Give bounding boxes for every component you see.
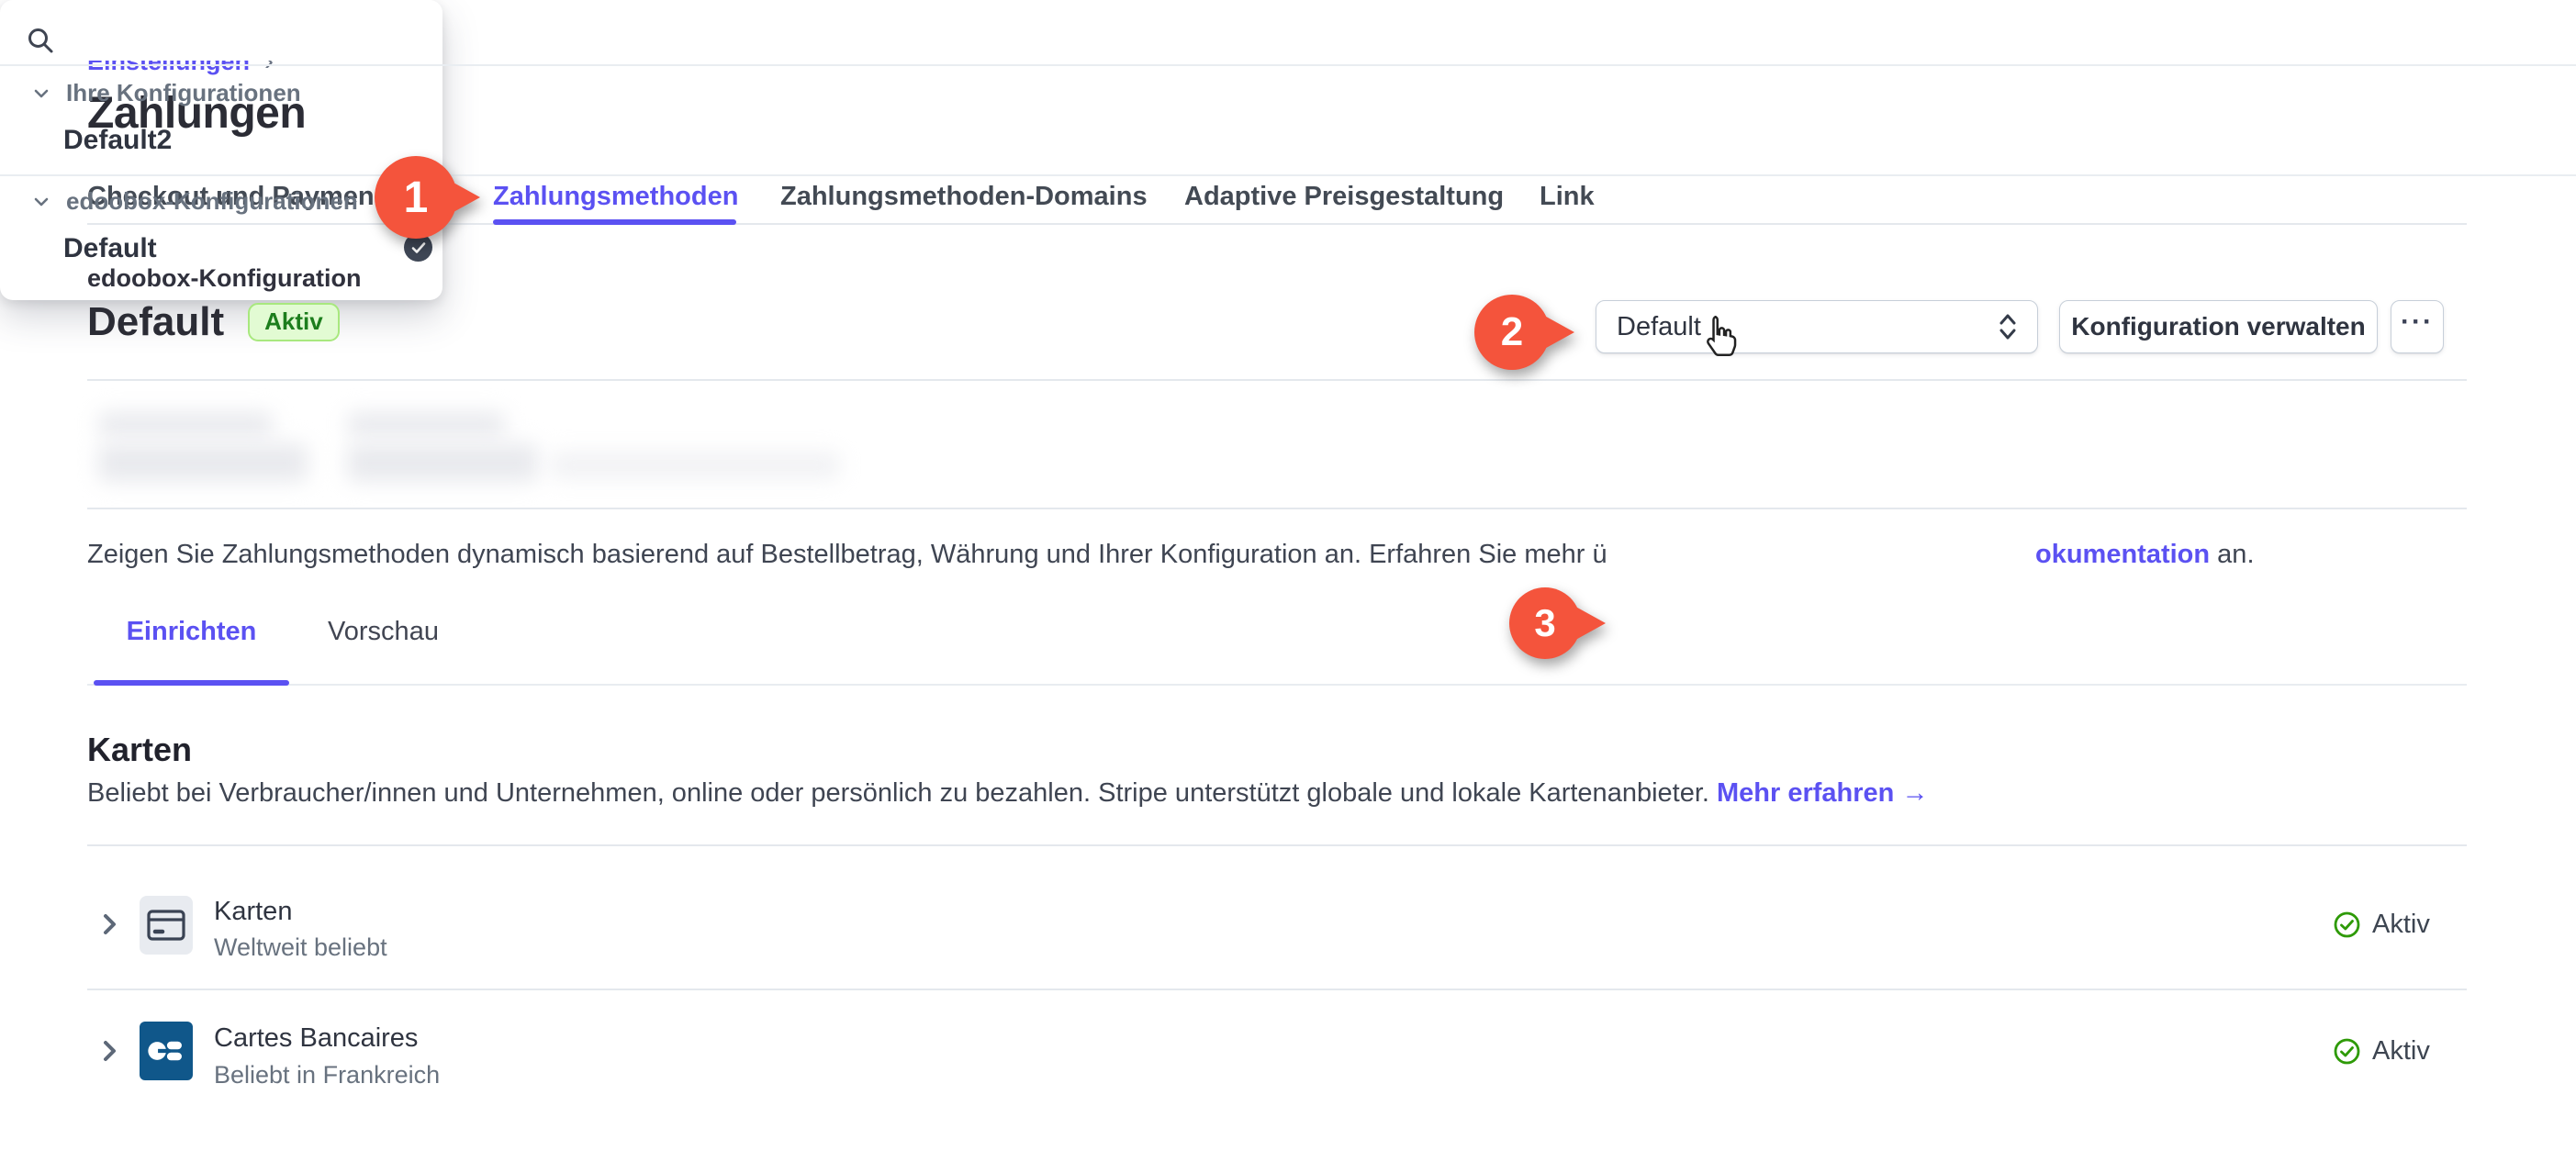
description-suffix: an. <box>2210 540 2254 569</box>
method-name: Cartes Bancaires <box>214 1023 418 1054</box>
method-status-label: Aktiv <box>2372 910 2430 940</box>
chevron-down-icon <box>31 84 51 104</box>
dropdown-search[interactable] <box>26 20 418 61</box>
redacted-text-block <box>98 412 273 436</box>
manage-configuration-button[interactable]: Konfiguration verwalten <box>2059 300 2378 353</box>
annotation-balloon-2: 2 <box>1474 295 1550 370</box>
method-name: Karten <box>214 897 292 927</box>
card-method-icon <box>140 896 193 955</box>
redacted-text-block <box>347 412 505 436</box>
dropdown-item-default[interactable]: Default <box>63 233 157 264</box>
row-divider <box>87 989 2467 990</box>
active-subtab-underline <box>94 680 289 686</box>
redacted-text-block <box>347 443 538 482</box>
method-subtitle: Beliebt in Frankreich <box>214 1061 440 1089</box>
configuration-select-value: Default <box>1617 312 1701 342</box>
tab-link[interactable]: Link <box>1540 182 1595 212</box>
method-status: Aktiv <box>2333 1036 2430 1067</box>
method-subtitle: Weltweit beliebt <box>214 933 387 962</box>
expand-row-icon[interactable] <box>95 910 123 938</box>
redacted-text-block <box>98 443 308 482</box>
status-badge: Aktiv <box>248 303 340 342</box>
panel-divider <box>0 64 2576 66</box>
annotation-balloon-3: 3 <box>1509 587 1581 659</box>
tab-zahlungsmethoden[interactable]: Zahlungsmethoden <box>493 182 738 212</box>
search-input[interactable] <box>69 20 418 61</box>
search-icon <box>26 26 56 56</box>
method-status-label: Aktiv <box>2372 1036 2430 1067</box>
list-top-divider <box>87 844 2467 846</box>
config-name: Default <box>87 299 224 345</box>
header-divider <box>87 379 2467 381</box>
config-header: Default Aktiv <box>87 299 340 345</box>
dynamic-methods-description-end: okumentation an. <box>2035 540 2255 570</box>
mehr-erfahren-link[interactable]: Mehr erfahren → <box>1717 778 1928 808</box>
subtab-divider <box>87 684 2467 686</box>
check-circle-icon <box>2333 1037 2361 1066</box>
config-eyebrow: edoobox-Konfiguration <box>87 264 361 293</box>
active-tab-underline <box>493 219 736 225</box>
select-updown-icon <box>1997 312 2019 341</box>
section-divider <box>87 508 2467 509</box>
cards-section-description: Beliebt bei Verbraucher/innen und Untern… <box>87 778 1928 809</box>
dynamic-methods-description: Zeigen Sie Zahlungsmethoden dynamisch ba… <box>87 540 1607 570</box>
mouse-cursor-icon <box>1700 314 1742 368</box>
annotation-balloon-1: 1 <box>375 156 457 239</box>
cartes-bancaires-icon <box>140 1022 193 1080</box>
more-options-button[interactable]: ··· <box>2391 300 2444 353</box>
tab-adaptive-preisgestaltung[interactable]: Adaptive Preisgestaltung <box>1184 182 1504 212</box>
configuration-dropdown: Ihre Konfigurationen Default2 edoobox-Ko… <box>0 0 442 300</box>
dropdown-item-default2[interactable]: Default2 <box>63 125 172 156</box>
group-ihre-konfigurationen[interactable]: Ihre Konfigurationen <box>31 79 301 107</box>
tab-vorschau[interactable]: Vorschau <box>289 617 477 647</box>
cards-section-title: Karten <box>87 731 192 769</box>
check-circle-icon <box>2333 910 2361 939</box>
redacted-text-block <box>551 452 840 479</box>
group-edoobox-konfigurationen[interactable]: edoobox-Konfigurationen <box>31 187 358 216</box>
chevron-down-icon <box>31 192 51 212</box>
expand-row-icon[interactable] <box>95 1037 123 1065</box>
dokumentation-link[interactable]: okumentation <box>2035 540 2210 569</box>
tab-zahlungsmethoden-domains[interactable]: Zahlungsmethoden-Domains <box>780 182 1148 212</box>
method-status: Aktiv <box>2333 910 2430 940</box>
configuration-select[interactable]: Default <box>1596 300 2038 353</box>
tab-einrichten[interactable]: Einrichten <box>94 617 289 647</box>
